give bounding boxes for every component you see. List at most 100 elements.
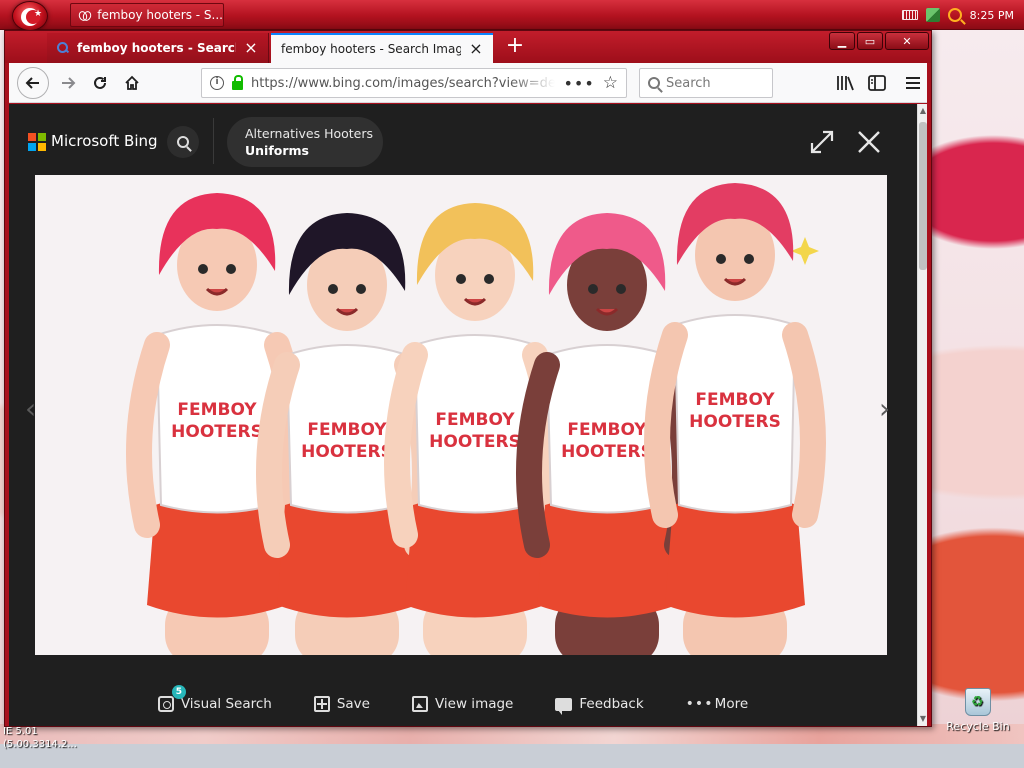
- tab-search[interactable]: femboy hooters - Search ×: [47, 33, 269, 63]
- scrollbar-thumb[interactable]: [919, 122, 927, 270]
- shirt-text-line1: FEMBOY: [307, 420, 387, 440]
- pill-line2: Uniforms: [245, 143, 309, 158]
- arrow-right-icon: [62, 77, 76, 89]
- recycle-bin-label: Recycle Bin: [946, 720, 1010, 733]
- illustration-image: FEMBOYHOOTERS FEMBOYHOOTERSFEMBOYHOOTERSF…: [35, 175, 887, 655]
- feedback-icon: [555, 697, 573, 715]
- image-icon: [411, 696, 428, 712]
- close-icon[interactable]: ×: [469, 41, 483, 57]
- bing-brand[interactable]: Microsoft Bing: [51, 132, 158, 150]
- feedback-button[interactable]: Feedback: [555, 696, 644, 715]
- visual-search-badge: 5: [171, 685, 186, 699]
- action-label: More: [714, 696, 749, 712]
- reload-icon: [94, 76, 106, 89]
- next-image-arrow-icon[interactable]: ›: [879, 392, 890, 425]
- shirt-text-line1: FEMBOY: [567, 420, 647, 440]
- arrow-left-icon: [25, 77, 39, 89]
- shirt-text-line2: HOOTERS: [171, 422, 263, 442]
- library-icon: [837, 76, 854, 91]
- forward-button[interactable]: [53, 68, 83, 98]
- scroll-up-icon[interactable]: ▲: [919, 106, 927, 116]
- action-label: Save: [336, 696, 370, 712]
- ie-version-line2: (5.00.3314.2...: [3, 739, 77, 750]
- desktop-bottom-band: [0, 744, 1024, 768]
- clock[interactable]: 8:25 PM: [970, 9, 1014, 22]
- microsoft-logo-icon[interactable]: [28, 133, 46, 151]
- home-icon: [125, 75, 139, 90]
- url-bar[interactable]: i https://www.bing.com/images/search?vie…: [201, 68, 627, 98]
- save-button[interactable]: Save: [313, 696, 370, 712]
- ie-version-line1: IE 5.01: [3, 726, 38, 737]
- ie-version-text: IE 5.01 (5.00.3314.2...: [3, 725, 77, 751]
- page-content: Microsoft Bing Alternatives Hooters Unif…: [9, 104, 917, 726]
- search-icon: [648, 77, 660, 89]
- library-button[interactable]: [833, 71, 857, 95]
- close-icon[interactable]: [855, 128, 883, 156]
- close-icon[interactable]: ×: [244, 40, 258, 56]
- search-icon: [177, 136, 189, 148]
- shirt-text-line1: FEMBOY: [177, 400, 257, 420]
- page-actions-icon[interactable]: •••: [563, 74, 594, 93]
- hamburger-menu-button[interactable]: [901, 71, 925, 95]
- keyboard-icon[interactable]: [901, 10, 918, 20]
- search-box[interactable]: Search: [639, 68, 773, 98]
- butterfly-icon: [79, 9, 91, 21]
- navigation-toolbar: i https://www.bing.com/images/search?vie…: [9, 63, 927, 103]
- expand-icon[interactable]: [809, 129, 835, 155]
- system-tray: 8:25 PM: [901, 0, 1024, 30]
- action-label: Visual Search: [180, 696, 272, 712]
- shirt-text-line2: HOOTERS: [561, 442, 653, 462]
- back-button[interactable]: [17, 67, 49, 99]
- bookmark-star-icon[interactable]: ☆: [603, 73, 618, 93]
- header-divider: [213, 118, 214, 164]
- url-text[interactable]: https://www.bing.com/images/search?view=…: [251, 76, 555, 91]
- action-label: Feedback: [579, 696, 644, 712]
- lock-icon[interactable]: [232, 74, 243, 90]
- start-button[interactable]: ★: [12, 1, 48, 31]
- taskbar-window-button[interactable]: femboy hooters - S...: [70, 3, 224, 27]
- preview-image[interactable]: FEMBOY HOOTERS FEMBOY HOOTERS FEMBOY HOOTERS F…: [35, 175, 887, 655]
- close-window-button[interactable]: ✕: [885, 32, 929, 50]
- vertical-scrollbar[interactable]: ▲ ▼: [917, 104, 927, 726]
- previous-image-arrow-icon[interactable]: ‹: [25, 392, 36, 425]
- tab-search-images[interactable]: femboy hooters - Search Images ×: [271, 33, 493, 63]
- taskbar-window-label: femboy hooters - S...: [97, 8, 223, 22]
- menu-icon: [906, 77, 920, 89]
- action-label: View image: [434, 696, 514, 712]
- more-button[interactable]: ••• More: [686, 696, 748, 712]
- wallpaper-strip: [0, 724, 1024, 744]
- visual-search-button[interactable]: 5 Visual Search: [157, 685, 272, 712]
- recycle-bin[interactable]: Recycle Bin: [942, 688, 1014, 733]
- tab-label: femboy hooters - Search: [77, 41, 236, 55]
- shirt-text-line2: HOOTERS: [429, 432, 521, 452]
- bing-image-header: Microsoft Bing Alternatives Hooters Unif…: [9, 104, 917, 174]
- search-placeholder: Search: [666, 75, 711, 91]
- home-button[interactable]: [117, 68, 147, 98]
- shirt-text-line2: HOOTERS: [301, 442, 393, 462]
- shirt-text-line1: FEMBOY: [695, 390, 775, 410]
- window-controls: ▁ ▭ ✕: [829, 32, 929, 50]
- scroll-down-icon[interactable]: ▼: [919, 714, 927, 724]
- info-icon[interactable]: i: [210, 76, 224, 90]
- new-tab-button[interactable]: +: [503, 35, 527, 59]
- shirt-text-line1: FEMBOY: [435, 410, 515, 430]
- star-icon: ★: [34, 9, 43, 19]
- more-dots-icon: •••: [685, 696, 714, 712]
- sidebar-toggle-button[interactable]: [865, 71, 889, 95]
- browser-window: femboy hooters - Search × femboy hooters…: [4, 30, 932, 727]
- maximize-button[interactable]: ▭: [857, 32, 883, 50]
- pill-line1: Alternatives Hooters: [245, 126, 374, 141]
- reload-button[interactable]: [85, 68, 115, 98]
- view-image-button[interactable]: View image: [411, 696, 514, 712]
- recycle-bin-icon: [965, 688, 991, 716]
- illustration-figure: FEMBOYHOOTERS: [644, 183, 826, 655]
- tab-bar: femboy hooters - Search × femboy hooters…: [5, 31, 931, 63]
- sidebar-icon: [868, 75, 886, 91]
- network-icon[interactable]: [925, 8, 940, 22]
- search-favicon-icon: [57, 42, 69, 54]
- bing-search-button[interactable]: [167, 126, 199, 158]
- related-search-pill[interactable]: Alternatives Hooters Uniforms: [227, 117, 383, 167]
- minimize-button[interactable]: ▁: [829, 32, 855, 50]
- search-tray-icon[interactable]: [947, 8, 962, 22]
- save-icon: [313, 696, 330, 712]
